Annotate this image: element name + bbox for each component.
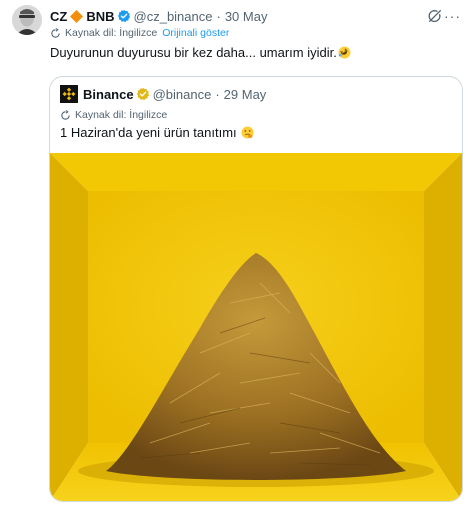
tweet-header: CZ BNB @cz_binance · 30 May (50, 7, 267, 25)
author-tag[interactable]: BNB (86, 9, 114, 24)
translation-info: Kaynak dil: İngilizce Orijinali göster (50, 27, 229, 39)
tweet: CZ BNB @cz_binance · 30 May ··· Kaynak d… (0, 0, 469, 505)
separator: · (216, 8, 221, 24)
author-handle[interactable]: @cz_binance (134, 9, 213, 24)
quoted-translation-info: Kaynak dil: İngilizce (60, 109, 167, 121)
product-teaser-image[interactable] (50, 153, 462, 501)
show-original-link[interactable]: Orijinali göster (162, 27, 229, 39)
grok-icon[interactable] (427, 8, 443, 24)
gold-verified-badge-icon (136, 87, 149, 101)
author-name[interactable]: CZ (50, 9, 67, 24)
translate-icon (51, 27, 60, 38)
more-options-button[interactable]: ··· (444, 8, 461, 24)
separator: · (215, 86, 220, 102)
tweet-text-content: Duyurunun duyurusu bir kez daha... umarı… (50, 45, 337, 60)
quoted-header: Binance @binance · 29 May (83, 85, 266, 103)
quoted-tweet[interactable]: Binance @binance · 29 May Kaynak dil: İn… (49, 76, 463, 502)
orange-diamond-icon (70, 9, 84, 23)
rolling-laughing-emoji (338, 46, 351, 59)
quoted-text-content: 1 Haziran'da yeni ürün tanıtımı (60, 125, 237, 140)
shushing-face-emoji (241, 126, 254, 139)
tweet-date[interactable]: 30 May (225, 9, 268, 24)
quoted-text: 1 Haziran'da yeni ürün tanıtımı (60, 125, 254, 140)
quoted-handle[interactable]: @binance (153, 87, 212, 102)
source-language-label: Kaynak dil: İngilizce (65, 27, 158, 39)
haystack-room-illustration (50, 153, 462, 501)
translate-icon (61, 109, 70, 120)
quoted-date[interactable]: 29 May (224, 87, 267, 102)
binance-logo[interactable] (60, 85, 78, 103)
avatar[interactable] (12, 5, 42, 35)
quoted-author-name[interactable]: Binance (83, 87, 134, 102)
tweet-text: Duyurunun duyurusu bir kez daha... umarı… (50, 45, 351, 60)
quoted-source-language-label: Kaynak dil: İngilizce (75, 109, 168, 121)
verified-badge-icon (117, 9, 130, 23)
